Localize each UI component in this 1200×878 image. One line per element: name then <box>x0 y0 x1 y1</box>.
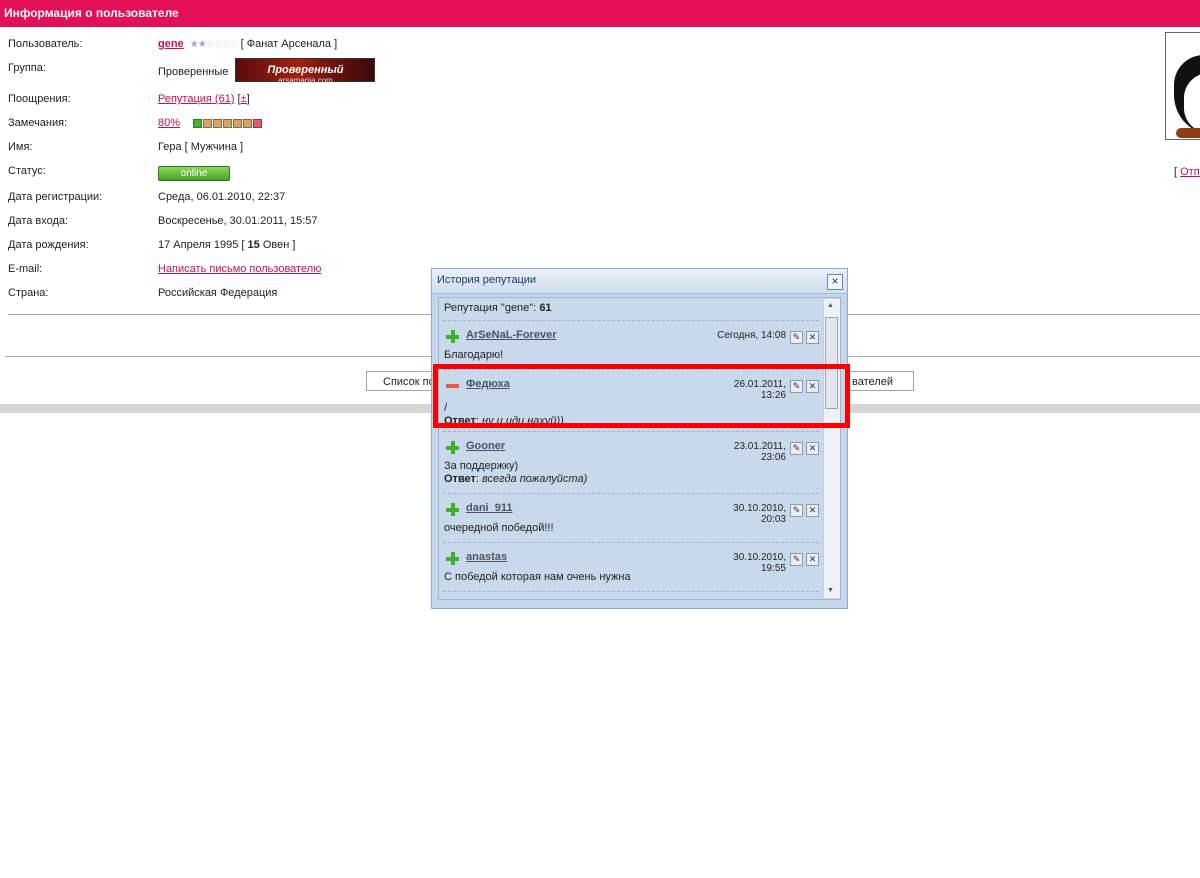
row-name: Имя: Гера [ Мужчина ] <box>0 137 1150 157</box>
entry-user-link[interactable]: anastas <box>466 551 507 563</box>
row-login: Дата входа: Воскресенье, 30.01.2011, 15:… <box>0 211 1150 231</box>
entry-date: 23.01.2011, 23:06 <box>733 441 786 463</box>
scrollbar[interactable]: ▲ ▼ <box>823 299 840 598</box>
row-group: Группа: Проверенные Проверенный arsamani… <box>0 58 1150 85</box>
plus-icon <box>446 441 459 454</box>
entry-date: Сегодня, 14:08 <box>717 330 786 341</box>
reputation-change-link[interactable]: ± <box>241 93 247 105</box>
row-status: Статус: online <box>0 161 1150 181</box>
name-label: Имя: <box>8 141 33 153</box>
entry-user-link[interactable]: dani_911 <box>466 502 512 514</box>
edit-icon[interactable]: ✎ <box>790 442 803 455</box>
popup-header: История репутации × <box>432 269 847 294</box>
entry-user-link[interactable]: ArSeNaL-Forever <box>466 329 556 341</box>
row-warnings: Замечания: 80% <box>0 113 1150 133</box>
highlight-box <box>433 364 850 428</box>
delete-icon[interactable]: ✕ <box>806 331 819 344</box>
warning-level-icon <box>193 113 263 133</box>
entry-date: 30.10.2010, 19:55 <box>733 552 786 574</box>
birthday-age: 15 <box>247 239 260 251</box>
rewards-label: Поощрения: <box>8 93 71 105</box>
popup-title: История репутации <box>437 274 537 286</box>
email-link[interactable]: Написать письмо пользователю <box>158 263 321 275</box>
plus-icon <box>446 552 459 565</box>
edit-icon[interactable]: ✎ <box>790 331 803 344</box>
warnings-link[interactable]: 80% <box>158 117 180 129</box>
birthday-date: 17 Апреля 1995 [ <box>158 239 245 251</box>
delete-icon[interactable]: ✕ <box>806 553 819 566</box>
row-registration: Дата регистрации: Среда, 06.01.2010, 22:… <box>0 187 1150 207</box>
row-user: Пользователь: gene ★★☆☆☆☆ [ Фанат Арсена… <box>0 34 1150 54</box>
registration-label: Дата регистрации: <box>8 191 103 203</box>
login-value: Воскресенье, 30.01.2011, 15:57 <box>158 215 318 227</box>
page-title: Информация о пользователе <box>0 0 1200 27</box>
side-link: [ Отп <box>1174 166 1200 178</box>
birthday-sign: Овен ] <box>262 239 296 251</box>
row-rewards: Поощрения: Репутация (61) [±] <box>0 89 1150 109</box>
reputation-link[interactable]: Репутация (61) <box>158 93 234 105</box>
login-label: Дата входа: <box>8 215 69 227</box>
email-label: E-mail: <box>8 263 43 275</box>
warnings-label: Замечания: <box>8 117 68 129</box>
entry-message: очередной победой!!! <box>444 522 554 534</box>
entry-message: За поддержку) <box>444 460 519 472</box>
reputation-history-popup: История репутации × Репутация "gene": 61… <box>431 268 848 609</box>
close-icon[interactable]: × <box>827 274 843 290</box>
rank-stars-icon: ★★☆☆☆☆ <box>189 39 239 50</box>
entry-message: С победой которая нам очень нужна <box>444 571 631 583</box>
entry-user-link[interactable]: Gooner <box>466 440 505 452</box>
users-list-button-right[interactable]: вателей <box>840 371 914 391</box>
reputation-list: Репутация "gene": 61 ArSeNaL-Forever Сег… <box>438 297 841 600</box>
country-value: Российская Федерация <box>158 287 278 299</box>
warning-plus-icon[interactable] <box>253 118 263 128</box>
user-label: Пользователь: <box>8 38 83 50</box>
status-label: Статус: <box>8 165 46 177</box>
birthday-label: Дата рождения: <box>8 239 89 251</box>
reputation-total: Репутация "gene": 61 <box>444 302 552 314</box>
edit-icon[interactable]: ✎ <box>790 504 803 517</box>
entry-date: 30.10.2010, 20:03 <box>733 503 786 525</box>
scroll-down-icon[interactable]: ▼ <box>827 587 834 594</box>
delete-icon[interactable]: ✕ <box>806 442 819 455</box>
delete-icon[interactable]: ✕ <box>806 504 819 517</box>
group-value: Проверенные <box>158 65 229 78</box>
plus-icon <box>446 503 459 516</box>
country-label: Страна: <box>8 287 49 299</box>
row-birthday: Дата рождения: 17 Апреля 1995 [ 15 Овен … <box>0 235 1150 255</box>
side-action-link[interactable]: Отп <box>1180 166 1200 178</box>
group-label: Группа: <box>8 62 46 74</box>
name-value: Гера [ Мужчина ] <box>158 141 244 153</box>
registration-value: Среда, 06.01.2010, 22:37 <box>158 191 286 203</box>
warning-minus-icon[interactable] <box>193 118 203 128</box>
scroll-up-icon[interactable]: ▲ <box>827 302 834 309</box>
username-link[interactable]: gene <box>158 38 184 50</box>
group-banner-image: Проверенный arsamania.com <box>235 58 376 85</box>
avatar <box>1165 32 1200 140</box>
entry-answer: Ответ: всегда пожалуйста) <box>444 473 588 485</box>
entry-message: Благодарю! <box>444 349 504 361</box>
plus-icon <box>446 330 459 343</box>
status-badge: online <box>158 165 230 181</box>
user-tag: [ Фанат Арсенала ] <box>240 38 338 50</box>
edit-icon[interactable]: ✎ <box>790 553 803 566</box>
